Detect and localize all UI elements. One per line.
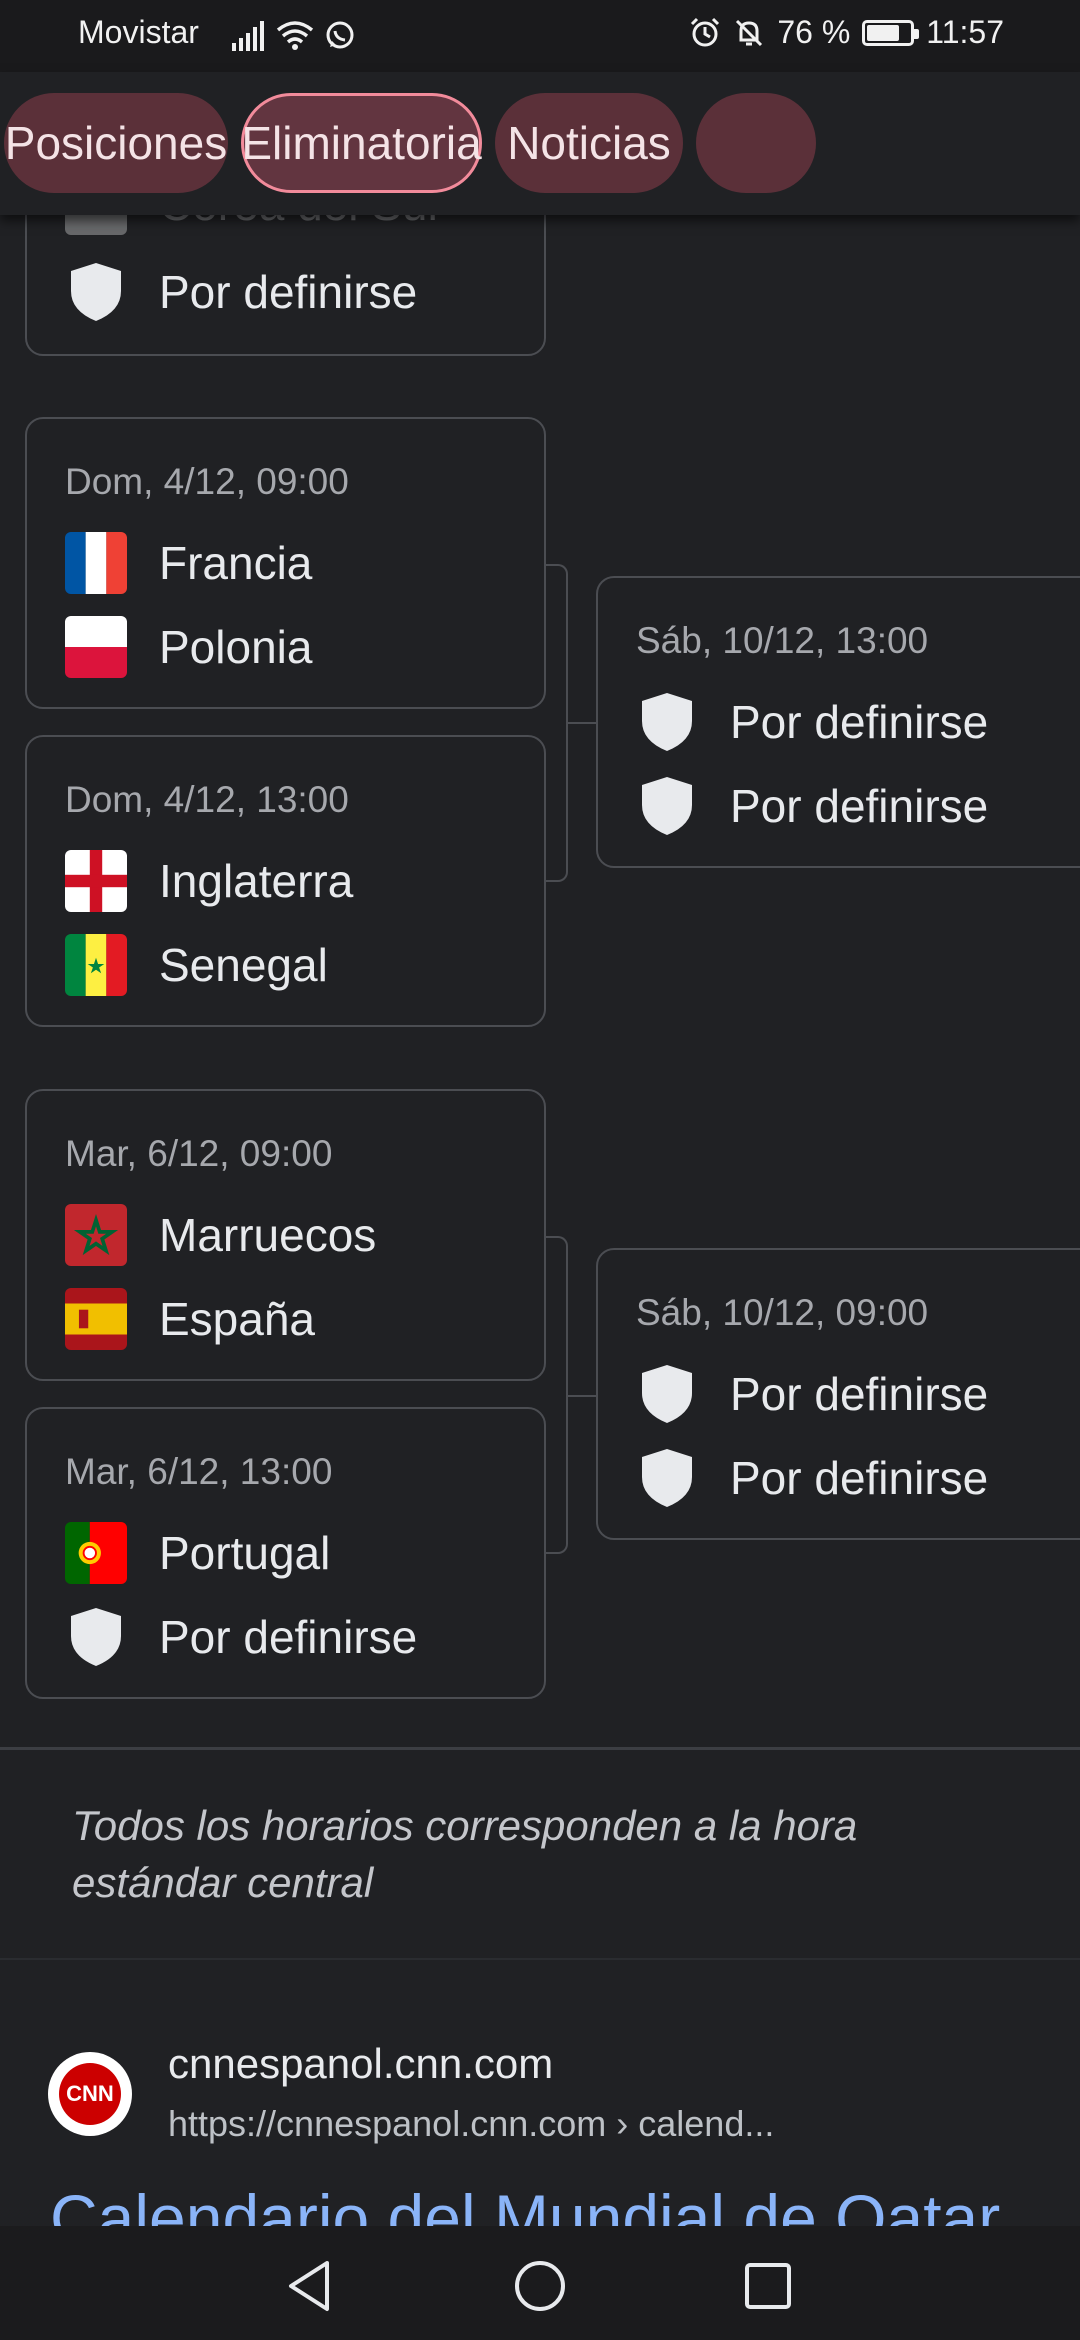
timezone-footnote: Todos los horarios corresponden a la hor… <box>72 1802 858 1906</box>
section-divider <box>0 1747 1080 1750</box>
team-name: Por definirse <box>159 1611 418 1663</box>
section-divider <box>0 1958 1080 1960</box>
match-card[interactable]: Mar, 6/12, 13:00 Portugal Por definirse <box>25 1407 546 1699</box>
match-card[interactable]: Dom, 4/12, 13:00 Inglaterra Senegal <box>25 735 546 1027</box>
match-date: Dom, 4/12, 13:00 <box>65 779 349 820</box>
senegal-flag-icon <box>65 934 127 996</box>
team-row: Por definirse <box>636 1446 988 1510</box>
battery-level <box>867 24 900 41</box>
team-name: Marruecos <box>159 1209 377 1261</box>
bracket-connector-line <box>568 1395 596 1397</box>
team-name: Francia <box>159 537 313 589</box>
team-row: Marruecos <box>65 1203 376 1267</box>
team-row: Inglaterra <box>65 849 353 913</box>
signal-icon <box>232 21 264 51</box>
tab-posiciones[interactable]: Posiciones <box>4 93 228 193</box>
team-row: Por definirse <box>65 260 417 324</box>
shield-icon <box>636 1447 698 1509</box>
match-date: Mar, 6/12, 09:00 <box>65 1133 333 1174</box>
tab-label: Posiciones <box>4 117 228 169</box>
team-name: Por definirse <box>159 266 418 318</box>
team-name: Por definirse <box>730 780 989 832</box>
shield-icon <box>636 1363 698 1425</box>
team-row: Por definirse <box>636 690 988 754</box>
tab-bar: Posiciones Eliminatoria Noticias <box>0 72 1080 215</box>
match-date: Sáb, 10/12, 09:00 <box>636 1292 929 1333</box>
france-flag-icon <box>65 532 127 594</box>
home-icon[interactable] <box>510 2256 570 2316</box>
shield-icon <box>65 1606 127 1668</box>
team-row: Senegal <box>65 933 328 997</box>
match-date: Dom, 4/12, 09:00 <box>65 461 349 502</box>
match-card-quarterfinal[interactable]: Sáb, 10/12, 09:00 Por definirse Por defi… <box>596 1248 1080 1540</box>
system-navigation-bar <box>0 2226 1080 2340</box>
team-row: Polonia <box>65 615 312 679</box>
poland-flag-icon <box>65 616 127 678</box>
status-icons-right: 76 % 11:57 <box>689 14 1004 51</box>
cnn-logo-icon: CNN <box>48 2052 132 2136</box>
recents-icon[interactable] <box>738 2256 798 2316</box>
bracket-connector <box>546 1236 568 1554</box>
match-card-quarterfinal[interactable]: Sáb, 10/12, 13:00 Por definirse Por defi… <box>596 576 1080 868</box>
tab-label: Noticias <box>507 117 671 169</box>
tab-more[interactable] <box>696 93 816 193</box>
whatsapp-icon <box>326 21 354 49</box>
portugal-flag-icon <box>65 1522 127 1584</box>
status-icons-left <box>230 18 356 54</box>
match-date: Mar, 6/12, 13:00 <box>65 1451 333 1492</box>
team-name: Senegal <box>159 939 328 991</box>
team-name: Portugal <box>159 1527 331 1579</box>
bracket-connector-line <box>568 722 596 724</box>
clock: 11:57 <box>926 14 1004 50</box>
tab-noticias[interactable]: Noticias <box>495 93 683 193</box>
team-row: Francia <box>65 531 312 595</box>
team-name: Polonia <box>159 621 313 673</box>
team-name: Por definirse <box>730 1452 989 1504</box>
shield-icon <box>636 775 698 837</box>
team-name: Por definirse <box>730 696 989 748</box>
match-card[interactable]: Mar, 6/12, 09:00 Marruecos España <box>25 1089 546 1381</box>
shield-icon <box>65 261 127 323</box>
wifi-icon <box>276 21 314 50</box>
team-name: Por definirse <box>730 1368 989 1420</box>
carrier-name: Movistar <box>78 14 199 50</box>
battery-percent: 76 % <box>777 14 851 50</box>
team-row: Por definirse <box>636 774 988 838</box>
alarm-icon <box>691 17 720 46</box>
team-row: Portugal <box>65 1521 330 1585</box>
tab-eliminatoria[interactable]: Eliminatoria <box>241 93 482 193</box>
morocco-flag-icon <box>65 1204 127 1266</box>
team-row: España <box>65 1287 315 1351</box>
status-bar: Movistar 76 % 11:57 <box>0 0 1080 72</box>
tab-label: Eliminatoria <box>241 117 482 169</box>
bracket-connector <box>546 564 568 882</box>
result-url[interactable]: https://cnnespanol.cnn.com › calend... <box>168 2103 774 2145</box>
team-name: España <box>159 1293 316 1345</box>
back-icon[interactable] <box>280 2256 340 2316</box>
spain-flag-icon <box>65 1288 127 1350</box>
shield-icon <box>636 691 698 753</box>
team-name: Inglaterra <box>159 855 354 907</box>
match-card[interactable]: Dom, 4/12, 09:00 Francia Polonia <box>25 417 546 709</box>
england-flag-icon <box>65 850 127 912</box>
match-date: Sáb, 10/12, 13:00 <box>636 620 929 661</box>
team-row: Por definirse <box>65 1605 417 1669</box>
notifications-off-icon <box>736 19 763 46</box>
result-site-name[interactable]: cnnespanol.cnn.com <box>168 2040 553 2088</box>
battery-icon <box>862 19 920 46</box>
team-row: Por definirse <box>636 1362 988 1426</box>
